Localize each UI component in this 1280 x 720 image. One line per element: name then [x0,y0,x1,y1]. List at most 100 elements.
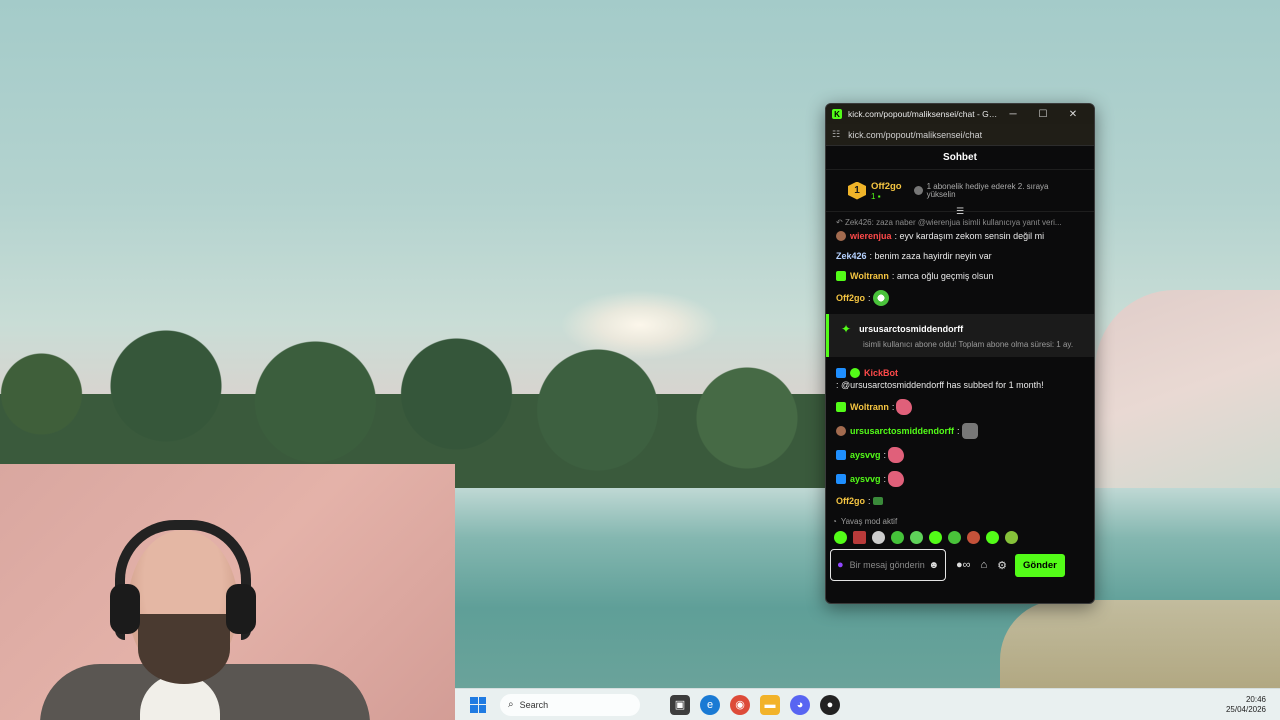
webcam-overlay [0,464,455,720]
windows-start-icon[interactable] [470,696,486,713]
emote-icon[interactable] [853,530,866,544]
emote-icon[interactable] [872,530,885,544]
chat-message[interactable]: Zek426 : benim zaza hayirdir neyin var [836,250,1084,262]
obs-icon[interactable]: ● [820,694,840,715]
settings-gear-icon[interactable]: ⚙ [997,559,1007,572]
emote-icon[interactable] [891,530,904,544]
message-text: : [891,402,895,412]
leader-name[interactable]: Off2go [871,181,902,192]
emote-menu-icon[interactable]: ●∞ [956,559,971,571]
verified-badge-icon [850,368,860,378]
subscriber-badge-icon [836,271,846,281]
maximize-button[interactable]: ☐ [1028,109,1058,120]
message-username[interactable]: Woltrann [850,401,889,413]
chat-messages[interactable]: ↶ Zek426: zaza naber @wierenjua isimli k… [826,212,1094,514]
sparkle-icon: ✦ [841,322,852,336]
rank-badge-icon: 1 [848,181,866,200]
message-text: : eyv kardaşım zekom sensin değil mi [894,231,1045,241]
webcam-headset-ear-left [110,584,140,634]
emote-icon[interactable] [986,530,999,544]
emote-icon[interactable] [910,530,923,544]
bot-badge-icon [836,368,846,378]
file-explorer-icon[interactable]: ▬ [760,694,780,715]
discord-icon[interactable]: ◕ [790,694,810,715]
system-clock[interactable]: 20:46 25/04/2026 [1226,695,1266,715]
reply-preview[interactable]: ↶ Zek426: zaza naber @wierenjua isimli k… [836,218,1084,227]
chat-message[interactable]: Off2go : [836,495,1084,507]
message-text: : @ursusarctosmiddendorff has subbed for… [836,380,1044,390]
chat-input-row: ● Bir mesaj gönderin ☻ ●∞ ⌂ ⚙ Gönder [826,546,1094,584]
slow-mode-icon: ◔ [832,516,837,526]
emote-icon[interactable] [888,471,905,487]
user-badge-icon [836,474,846,484]
user-avatar-icon [836,426,846,436]
kick-logo-icon: K [832,109,842,119]
wallpaper-dunes [1095,290,1280,490]
emote-icon[interactable] [948,530,961,544]
message-text: : benim zaza hayirdir neyin var [869,251,992,261]
chat-message[interactable]: aysvvg : [836,447,1084,463]
message-username[interactable]: Off2go [836,495,865,507]
close-button[interactable]: ✕ [1058,109,1088,120]
chat-popout-window: K kick.com/popout/maliksensei/chat - Goo… [825,103,1095,604]
subscriber-name[interactable]: ursusarctosmiddendorff [859,324,963,334]
message-username[interactable]: wierenjua [850,230,892,242]
leaderboard-bar: 1 Off2go 1 ▪ 1 abonelik hediye ederek 2.… [826,170,1094,216]
message-username[interactable]: ursusarctosmiddendorff [850,425,954,437]
chat-message[interactable]: wierenjua : eyv kardaşım zekom sensin de… [836,230,1084,242]
user-badge-icon [836,450,846,460]
message-username[interactable]: aysvvg [850,473,881,485]
emote-icon[interactable] [872,497,883,505]
minimize-button[interactable]: ─ [998,109,1028,120]
gift-icon [913,186,923,195]
subscription-notice: ✦ ursusarctosmiddendorff isimli kullanıcı… [826,314,1094,357]
subscription-text: isimli kullanıcı abone oldu! Toplam abon… [863,340,1074,349]
emote-icon[interactable] [888,447,905,463]
chat-input[interactable]: ● Bir mesaj gönderin ☻ [830,549,946,581]
emoji-picker-icon[interactable]: ☻ [928,560,939,571]
emote-icon[interactable] [961,423,978,439]
chat-message[interactable]: ursusarctosmiddendorff : [836,423,1084,439]
message-username[interactable]: aysvvg [850,449,881,461]
window-titlebar[interactable]: K kick.com/popout/maliksensei/chat - Goo… [826,104,1094,124]
slow-mode-indicator: ◔ Yavaş mod aktif [832,516,898,526]
emote-icon[interactable] [967,530,980,544]
edge-browser-icon[interactable]: e [700,694,720,715]
message-username[interactable]: Off2go [836,292,865,304]
message-username[interactable]: KickBot [864,367,898,379]
collapse-chevron-icon[interactable]: ☰ [956,206,964,217]
microphone-icon[interactable]: ● [837,559,844,571]
emote-icon[interactable] [872,290,889,306]
window-title: kick.com/popout/maliksensei/chat - Googl… [848,109,998,119]
gift-prompt[interactable]: 1 abonelik hediye ederek 2. sıraya yükse… [913,182,1064,199]
chat-message[interactable]: Off2go : [836,290,1084,306]
send-button[interactable]: Gönder [1015,553,1065,577]
chat-message[interactable]: KickBot : @ursusarctosmiddendorff has su… [836,367,1084,391]
search-icon: ⌕ [508,699,514,710]
chat-message[interactable]: Woltrann : amca oğlu geçmiş olsun [836,270,1084,282]
gift-sub-icon: ▪ [877,191,881,201]
webcam-headset-ear-right [226,584,256,634]
url-text: kick.com/popout/maliksensei/chat [848,129,983,140]
message-username[interactable]: Woltrann [850,270,889,282]
chat-input-placeholder: Bir mesaj gönderin [849,560,925,570]
user-avatar-icon [836,231,846,241]
address-bar[interactable]: ☷ kick.com/popout/maliksensei/chat [826,124,1094,146]
subscriber-badge-icon [836,402,846,412]
chat-message[interactable]: aysvvg : [836,471,1084,487]
taskbar-search[interactable]: ⌕ Search [500,693,640,716]
message-text: : [868,293,871,303]
site-settings-icon[interactable]: ☷ [832,129,840,140]
message-username[interactable]: Zek426 [836,250,867,262]
store-icon[interactable]: ⌂ [981,559,988,571]
chrome-browser-icon[interactable]: ◉ [730,694,750,715]
chat-message[interactable]: Woltrann : [836,399,1084,415]
emote-icon[interactable] [896,399,913,415]
message-text: : [957,426,960,436]
emote-icon[interactable] [929,530,942,544]
chat-header: Sohbet [826,146,1094,170]
emote-icon[interactable] [834,530,847,544]
message-text: : [883,474,887,484]
task-view-icon[interactable]: ▣ [670,694,690,715]
emote-icon[interactable] [1005,530,1018,544]
